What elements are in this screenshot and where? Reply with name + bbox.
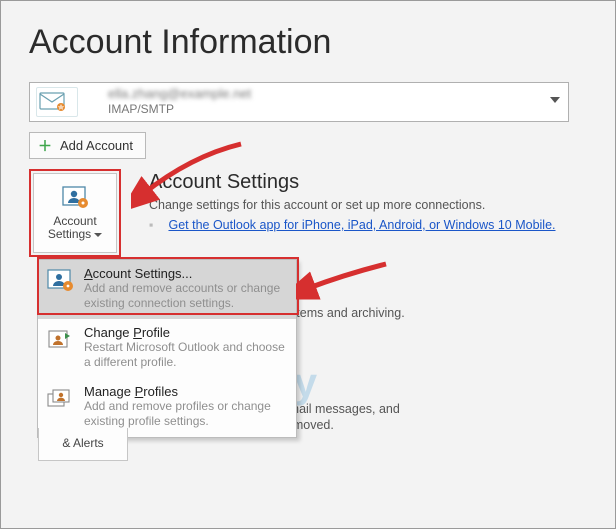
mail-account-icon: [36, 87, 78, 117]
menu-item-title: Change Profile: [84, 325, 288, 340]
menu-item-account-settings[interactable]: Account Settings... Add and remove accou…: [38, 260, 296, 319]
change-profile-icon: [46, 327, 74, 355]
menu-item-sub: Add and remove profiles or change existi…: [84, 399, 288, 429]
menu-item-title: Account Settings...: [84, 266, 288, 281]
tile-label: Account Settings: [48, 215, 102, 241]
menu-item-sub: Restart Microsoft Outlook and choose a d…: [84, 340, 288, 370]
annotation-arrow: [296, 259, 396, 309]
chevron-down-icon: [94, 233, 102, 237]
menu-item-title: Manage Profiles: [84, 384, 288, 399]
account-selector[interactable]: ella.zhang@example.net IMAP/SMTP: [29, 82, 569, 122]
account-settings-menu: Account Settings... Add and remove accou…: [37, 259, 297, 438]
account-settings-icon: [61, 185, 89, 209]
highlight-account-settings-tile: Account Settings: [29, 169, 121, 257]
menu-item-sub: Add and remove accounts or change existi…: [84, 281, 288, 311]
page-title: Account Information: [1, 1, 615, 76]
rules-and-alerts-tile-partial[interactable]: & Alerts: [38, 428, 128, 461]
section-heading: Account Settings: [149, 171, 569, 194]
account-protocol: IMAP/SMTP: [108, 102, 174, 116]
add-account-button[interactable]: ＋ Add Account: [29, 132, 146, 159]
account-email: ella.zhang@example.net: [108, 86, 251, 101]
account-settings-icon: [46, 268, 74, 296]
section-desc: Change settings for this account or set …: [149, 198, 569, 212]
add-account-label: Add Account: [60, 138, 133, 153]
menu-item-change-profile[interactable]: Change Profile Restart Microsoft Outlook…: [38, 319, 296, 378]
manage-profiles-icon: [46, 386, 74, 414]
bullet-icon: ▪: [149, 218, 165, 232]
get-outlook-app-link[interactable]: Get the Outlook app for iPhone, iPad, An…: [168, 218, 555, 232]
account-settings-tile[interactable]: Account Settings: [33, 173, 117, 253]
account-settings-section: Account Settings Change settings for thi…: [149, 171, 569, 232]
chevron-down-icon: [550, 97, 560, 103]
plus-icon: ＋: [38, 139, 52, 153]
